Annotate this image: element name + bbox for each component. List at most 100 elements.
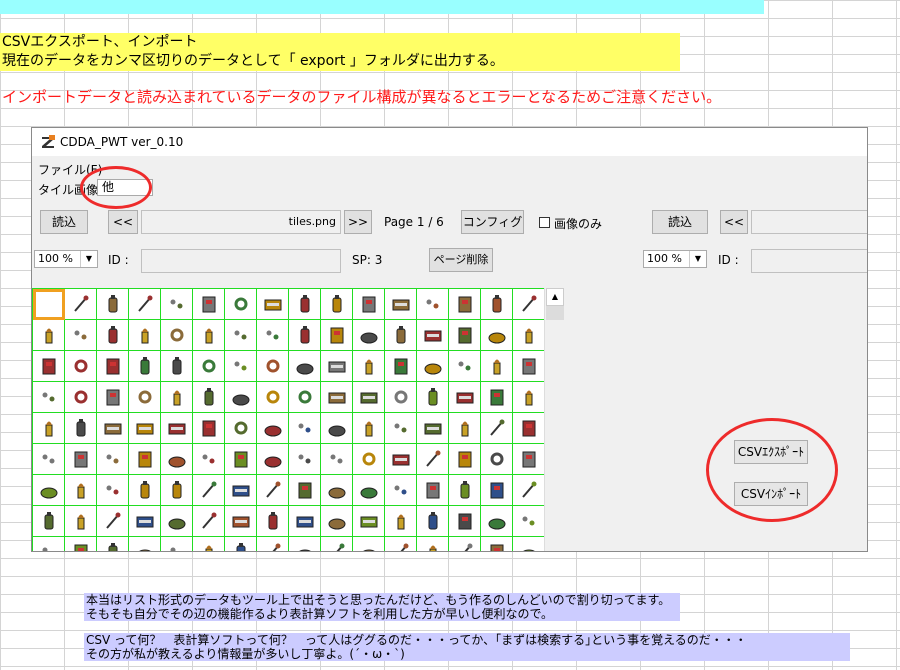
sprite-tile[interactable] [353, 320, 385, 351]
sprite-tile[interactable] [513, 413, 545, 444]
sprite-tile[interactable] [289, 351, 321, 382]
sprite-tile[interactable] [481, 444, 513, 475]
sprite-tile[interactable] [481, 382, 513, 413]
sprite-tile[interactable] [257, 382, 289, 413]
sprite-tile[interactable] [65, 413, 97, 444]
sprite-tile[interactable] [513, 382, 545, 413]
sprite-tile[interactable] [225, 413, 257, 444]
right-prev-button[interactable]: << [720, 210, 748, 234]
sprite-tile[interactable] [289, 537, 321, 551]
sprite-tile[interactable] [289, 475, 321, 506]
left-id-field[interactable] [141, 249, 341, 273]
sprite-tile[interactable] [289, 289, 321, 320]
sprite-tile[interactable] [257, 506, 289, 537]
sprite-tile[interactable] [193, 320, 225, 351]
sprite-tile[interactable] [385, 537, 417, 551]
sprite-tile[interactable] [97, 506, 129, 537]
sprite-tile[interactable] [97, 351, 129, 382]
sprite-tile[interactable] [449, 444, 481, 475]
sprite-tile[interactable] [97, 289, 129, 320]
sprite-tile[interactable] [513, 289, 545, 320]
sprite-tile[interactable] [129, 537, 161, 551]
sprite-tile[interactable] [97, 382, 129, 413]
sprite-tile[interactable] [513, 444, 545, 475]
sprite-tile[interactable] [417, 351, 449, 382]
sprite-tile[interactable] [193, 444, 225, 475]
sprite-tile[interactable] [321, 475, 353, 506]
sprite-tile[interactable] [193, 537, 225, 551]
sprite-tile[interactable] [225, 320, 257, 351]
scroll-up-icon[interactable]: ▲ [546, 288, 564, 306]
sprite-tile[interactable] [161, 475, 193, 506]
sprite-tile[interactable] [65, 537, 97, 551]
sprite-tile[interactable] [449, 475, 481, 506]
sprite-tile[interactable] [289, 506, 321, 537]
sprite-tile[interactable] [193, 413, 225, 444]
image-only-checkbox[interactable] [539, 217, 550, 228]
tile-grid-scrollbar[interactable]: ▲ [544, 288, 565, 551]
sprite-tile[interactable] [97, 444, 129, 475]
sprite-tile[interactable] [449, 506, 481, 537]
right-file-field[interactable] [751, 210, 867, 234]
sprite-tile[interactable] [257, 320, 289, 351]
sprite-tile[interactable] [353, 351, 385, 382]
sprite-tile[interactable] [257, 413, 289, 444]
sprite-tile[interactable] [33, 320, 65, 351]
sprite-tile[interactable] [321, 413, 353, 444]
sprite-tile[interactable] [257, 289, 289, 320]
sprite-tile[interactable] [225, 382, 257, 413]
sprite-tile[interactable] [417, 320, 449, 351]
sprite-tile[interactable] [129, 351, 161, 382]
sprite-tile[interactable] [33, 506, 65, 537]
left-zoom-select[interactable]: 100 % ▼ [34, 250, 98, 268]
sprite-tile[interactable] [353, 506, 385, 537]
sprite-tile[interactable] [289, 444, 321, 475]
sprite-tile[interactable] [353, 289, 385, 320]
sprite-tile[interactable] [33, 351, 65, 382]
sprite-tile[interactable] [513, 506, 545, 537]
sprite-tile[interactable] [289, 320, 321, 351]
config-button[interactable]: コンフィグ [461, 210, 524, 234]
sprite-tile[interactable] [33, 475, 65, 506]
sprite-tile[interactable] [321, 351, 353, 382]
sprite-tile[interactable] [33, 382, 65, 413]
sprite-tile[interactable] [65, 506, 97, 537]
sprite-tile[interactable] [385, 289, 417, 320]
sprite-tile[interactable] [97, 537, 129, 551]
sprite-tile[interactable] [161, 320, 193, 351]
sprite-tile[interactable] [97, 475, 129, 506]
right-zoom-select[interactable]: 100 % ▼ [643, 250, 707, 268]
sprite-tile[interactable] [225, 537, 257, 551]
sprite-tile[interactable] [225, 289, 257, 320]
sprite-tile[interactable] [449, 382, 481, 413]
sprite-tile[interactable] [417, 413, 449, 444]
sprite-tile[interactable] [129, 320, 161, 351]
sprite-tile[interactable] [481, 506, 513, 537]
sprite-tile[interactable] [321, 537, 353, 551]
sprite-tile[interactable] [193, 382, 225, 413]
sprite-tile[interactable] [161, 289, 193, 320]
sprite-tile[interactable] [481, 320, 513, 351]
sprite-tile[interactable] [385, 413, 417, 444]
sprite-tile[interactable] [513, 475, 545, 506]
sprite-tile[interactable] [321, 444, 353, 475]
sprite-tile[interactable] [385, 382, 417, 413]
sprite-tile[interactable] [353, 444, 385, 475]
sprite-tile[interactable] [417, 289, 449, 320]
sprite-tile[interactable] [193, 506, 225, 537]
sprite-tile[interactable] [385, 506, 417, 537]
left-prev-button[interactable]: << [108, 210, 138, 234]
left-next-button[interactable]: >> [344, 210, 372, 234]
sprite-tile[interactable] [481, 537, 513, 551]
sprite-tile[interactable] [65, 475, 97, 506]
sprite-tile[interactable] [129, 289, 161, 320]
sprite-tile[interactable] [321, 289, 353, 320]
right-id-field[interactable] [751, 249, 867, 273]
sprite-tile[interactable] [417, 506, 449, 537]
sprite-tile[interactable] [321, 382, 353, 413]
sprite-tile[interactable] [97, 320, 129, 351]
sprite-tile[interactable] [385, 475, 417, 506]
sprite-tile[interactable] [513, 351, 545, 382]
sprite-tile[interactable] [65, 444, 97, 475]
delete-page-button[interactable]: ページ削除 [429, 248, 493, 272]
